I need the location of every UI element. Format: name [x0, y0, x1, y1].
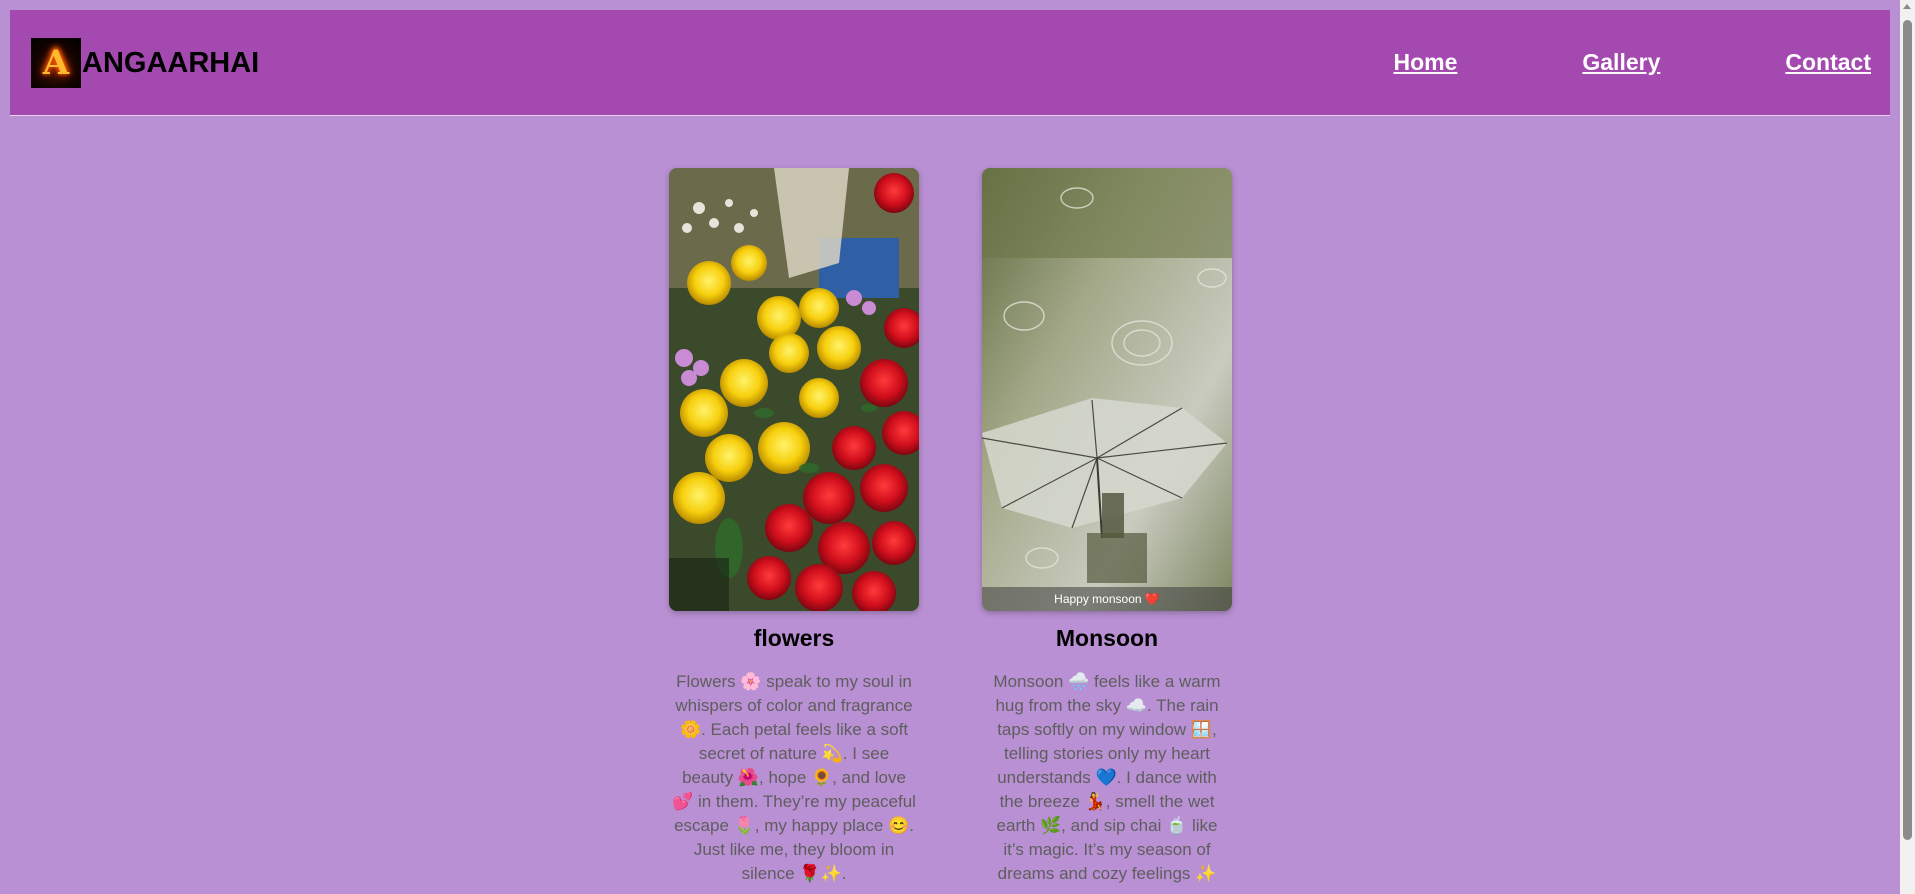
card-title: Monsoon [1055, 625, 1159, 651]
nav-link-home[interactable]: Home [1393, 49, 1457, 76]
flowers-photo-illustration [669, 168, 919, 611]
scrollbar-thumb[interactable] [1903, 20, 1912, 840]
vertical-scrollbar[interactable] [1900, 0, 1915, 894]
card-description: Monsoon 🌧️ feels like a warm hug from th… [993, 672, 1221, 883]
navbar: A ANGAARHAI Home Gallery Contact [10, 10, 1890, 116]
brand[interactable]: A ANGAARHAI [31, 38, 259, 88]
scroll-up-arrow-icon[interactable] [1903, 4, 1911, 9]
card-description: Flowers 🌸 speak to my soul in whispers o… [672, 672, 916, 883]
flowers-photo[interactable] [669, 168, 919, 611]
photo-caption: Happy monsoon ❤️ [982, 587, 1232, 611]
card-title: flowers [753, 625, 835, 651]
nav-link-gallery[interactable]: Gallery [1582, 49, 1660, 76]
brand-logo-fire-a-icon: A [31, 38, 81, 88]
monsoon-umbrella-photo[interactable]: Happy monsoon ❤️ [982, 168, 1232, 611]
gallery-card-flowers: flowers Flowers 🌸 speak to my soul in wh… [669, 168, 919, 886]
gallery-card-monsoon: Happy monsoon ❤️ Monsoon Monsoon 🌧️ feel… [982, 168, 1232, 886]
page: A ANGAARHAI Home Gallery Contact flowers… [0, 0, 1915, 894]
logo-letter: A [42, 43, 70, 83]
nav-link-contact[interactable]: Contact [1785, 49, 1871, 76]
nav-links: Home Gallery Contact [1393, 49, 1871, 76]
monsoon-photo-illustration [982, 168, 1232, 611]
brand-name: ANGAARHAI [82, 46, 260, 79]
